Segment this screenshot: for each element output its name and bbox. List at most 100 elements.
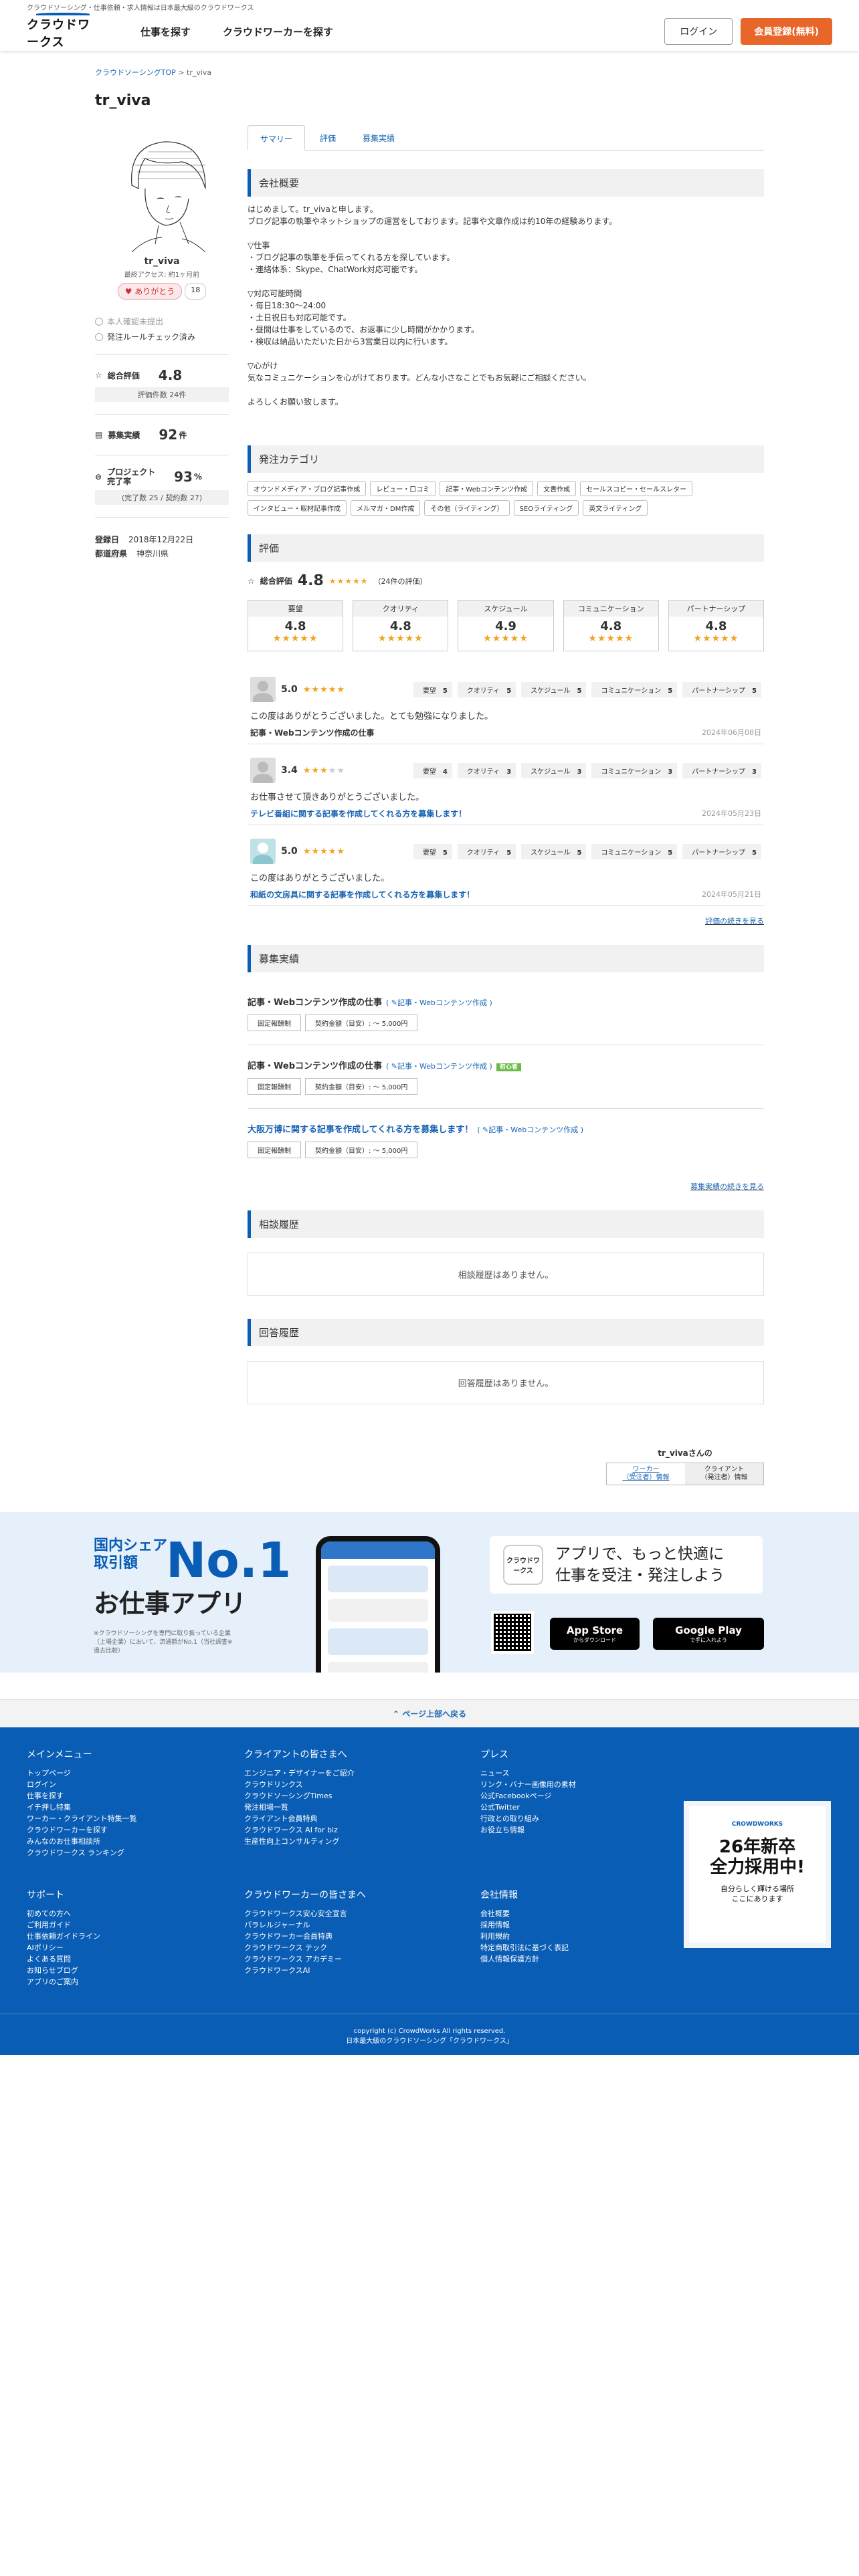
- review-item: 3.4 ★★★★★ 要望 4 クオリティ 3 スケジュール 3 コミュニケーション 3 パ…: [248, 748, 764, 825]
- tab-jobs[interactable]: 募集実績: [351, 125, 407, 150]
- answers-empty: 回答履歴はありません。: [248, 1361, 764, 1404]
- more-jobs-link[interactable]: 募集実績の続きを見る: [690, 1182, 764, 1191]
- qr-code-icon: [491, 1611, 534, 1654]
- completion-value: 93: [174, 469, 193, 485]
- thanks-button[interactable]: ♥ ありがとう: [117, 283, 183, 300]
- beginner-badge: 初心者: [496, 1063, 521, 1071]
- category-list: オウンドメディア・ブログ記事作成 レビュー・口コミ 記事・Webコンテンツ作成 …: [248, 481, 764, 516]
- reviewer-avatar[interactable]: [250, 758, 276, 783]
- profile-main: サマリー 評価 募集実績 会社概要 はじめまして。tr_vivaと申します。 ブ…: [248, 125, 765, 1485]
- category-tag[interactable]: 文書作成: [537, 481, 577, 496]
- pencil-icon: ✎: [482, 1125, 489, 1134]
- app-note: ※クラウドソーシングを専門に取り扱っている企業（上場企業）において、流通額がNo…: [94, 1630, 233, 1654]
- nav-find-jobs[interactable]: 仕事を探す: [140, 25, 191, 39]
- job-title[interactable]: 大阪万博に関する記事を作成してくれる方を募集します！: [248, 1125, 473, 1135]
- criteria-box: スケジュール 4.9 ★★★★★: [458, 600, 554, 651]
- reviewer-avatar[interactable]: [250, 677, 276, 702]
- recruit-banner[interactable]: CROWDWORKS 26年新卒 全力採用中! 自分らしく輝ける場所 ここにあり…: [684, 1801, 831, 1948]
- clipboard-icon: ▤: [95, 430, 103, 439]
- tab-ratings[interactable]: 評価: [308, 125, 348, 150]
- job-item: 大阪万博に関する記事を作成してくれる方を募集します！( ✎記事・Webコンテンツ…: [248, 1109, 764, 1172]
- app-share-label: 国内シェア 取引額: [94, 1537, 168, 1572]
- google-play-button[interactable]: Google Play で手に入れよう: [653, 1618, 764, 1650]
- category-tag[interactable]: オウンドメディア・ブログ記事作成: [248, 481, 367, 496]
- consult-empty: 相談履歴はありません。: [248, 1253, 764, 1296]
- rating-count: 評価件数 24件: [95, 387, 229, 402]
- breadcrumb-top[interactable]: クラウドソーシングTOP: [95, 68, 176, 77]
- profile-tabs: サマリー 評価 募集実績: [248, 125, 764, 150]
- category-tag[interactable]: インタビュー・取材記事作成: [248, 500, 347, 516]
- review-job-link[interactable]: 和紙の文房具に関する記事を作成してくれる方を募集します！: [250, 889, 474, 900]
- section-ratings: 評価: [248, 534, 764, 562]
- review-date: 2024年06月08日: [702, 728, 761, 737]
- section-jobs: 募集実績: [248, 945, 764, 972]
- pencil-icon: ✎: [391, 998, 398, 1007]
- header: クラウドワークス 仕事を探す クラウドワーカーを探す ログイン 会員登録(無料): [0, 12, 859, 51]
- reviewer-avatar[interactable]: [250, 839, 276, 864]
- criteria-ratings: 要望 4.8 ★★★★★ クオリティ 4.8 ★★★★★ スケジュール 4.9 ★★★★★ …: [248, 600, 765, 651]
- logo[interactable]: クラウドワークス: [27, 13, 100, 49]
- category-tag[interactable]: メルマガ・DM作成: [351, 500, 421, 516]
- avatar: [105, 125, 219, 252]
- star-icon: ☆: [95, 370, 102, 380]
- app-store-button[interactable]: App Store からダウンロード: [550, 1618, 640, 1650]
- footer-col-press: プレス ニュース リンク・バナー画像用の素材 公式Facebookページ 公式Twit…: [480, 1749, 576, 1834]
- footer-col-worker: クラウドワーカーの皆さまへ クラウドワークス安心安全宣言 パラレルジャーナル クラウ…: [244, 1890, 366, 1975]
- profile-name: tr_viva: [144, 256, 180, 267]
- role-switcher: tr_vivaさんの ワーカー （受注者）情報 クライアント （発注者）情報: [606, 1447, 764, 1485]
- section-consult: 相談履歴: [248, 1210, 764, 1238]
- breadcrumb: クラウドソーシングTOP > tr_viva: [95, 68, 212, 77]
- footer: メインメニュー トップページ ログイン 仕事を探す イチ押し特集 ワーカー・クライアント…: [0, 1727, 859, 2055]
- check-circle-icon: [95, 317, 103, 326]
- criteria-box: コミュニケーション 4.8 ★★★★★: [563, 600, 659, 651]
- category-tag[interactable]: レビュー・口コミ: [370, 481, 436, 496]
- rating-value: 4.8: [158, 367, 183, 383]
- more-ratings-link[interactable]: 評価の続きを見る: [705, 917, 764, 926]
- breadcrumb-current: tr_viva: [187, 68, 212, 77]
- footer-col-support: サポート 初めての方へ ご利用ガイド 仕事依頼ガイドライン AIポリシー よくある質問お…: [27, 1890, 100, 1986]
- section-company: 会社概要: [248, 169, 764, 197]
- recruit-logo: CROWDWORKS: [731, 1821, 783, 1828]
- completion-detail: (完了数 25 / 契約数 27): [95, 490, 229, 505]
- login-button[interactable]: ログイン: [664, 18, 733, 45]
- category-tag[interactable]: セールスコピー・セールスレター: [580, 481, 693, 496]
- job-title[interactable]: 記事・Webコンテンツ作成の仕事: [248, 998, 382, 1008]
- profile-sidebar: tr_viva 最終アクセス: 約1ヶ月前 ♥ ありがとう 18 本人確認未提出…: [95, 125, 229, 1485]
- review-job-link[interactable]: テレビ番組に関する記事を作成してくれる方を募集します！: [250, 808, 466, 819]
- nav-find-workers[interactable]: クラウドワーカーを探す: [223, 25, 333, 39]
- app-icon: クラウドワークス: [503, 1545, 543, 1585]
- review-comment: お仕事させて頂きありがとうございました。: [250, 792, 425, 802]
- section-categories: 発注カテゴリ: [248, 445, 764, 473]
- company-description: はじめまして。tr_vivaと申します。 ブログ記事の執筆やネットショップの運営…: [248, 205, 617, 407]
- tab-summary[interactable]: サマリー: [248, 125, 306, 150]
- job-title[interactable]: 記事・Webコンテンツ作成の仕事: [248, 1061, 382, 1071]
- overall-rating: ☆ 総合評価 4.8 ★★★★★ （24件の評価）: [248, 572, 427, 589]
- category-tag[interactable]: 記事・Webコンテンツ作成: [440, 481, 534, 496]
- phone-mockup: [316, 1536, 440, 1673]
- review-item: 5.0 ★★★★★ 要望 5 クオリティ 5 スケジュール 5 コミュニケーション 5 パ…: [248, 829, 764, 906]
- category-tag[interactable]: SEOライティング: [513, 500, 579, 516]
- handshake-icon: ⊖: [95, 472, 102, 481]
- app-promo-band: 国内シェア 取引額 No.1 お仕事アプリ ※クラウドソーシングを専門に取り扱っ…: [0, 1512, 859, 1673]
- criteria-box: パートナーシップ 4.8 ★★★★★: [668, 600, 765, 651]
- review-job: 記事・Webコンテンツ作成の仕事: [250, 728, 375, 738]
- client-info-button[interactable]: クライアント （発注者）情報: [685, 1463, 763, 1485]
- review-date: 2024年05月21日: [702, 890, 761, 899]
- star-outline-icon: ☆: [248, 576, 255, 586]
- jobs-value: 92: [159, 427, 178, 443]
- logo-text: クラウドワークス: [27, 18, 90, 49]
- jobs-summary: ▤ 募集実績 92 件: [95, 427, 187, 443]
- pencil-icon: ✎: [391, 1062, 398, 1071]
- back-to-top-link[interactable]: ⌃ ページ上部へ戻る: [0, 1699, 859, 1727]
- review-date: 2024年05月23日: [702, 809, 761, 818]
- category-tag[interactable]: 英文ライティング: [583, 500, 648, 516]
- thanks-count: 18: [185, 283, 207, 300]
- criteria-box: 要望 4.8 ★★★★★: [248, 600, 344, 651]
- category-tag[interactable]: その他（ライティング）: [424, 500, 510, 516]
- top-strip: クラウドソーシング・仕事依頼・求人情報は日本最大級のクラウドワークス: [27, 5, 254, 12]
- app-no1: No.1: [166, 1532, 292, 1588]
- worker-info-button[interactable]: ワーカー （受注者）情報: [607, 1463, 685, 1485]
- verify-id-status: 本人確認未提出: [95, 316, 229, 327]
- section-answers: 回答履歴: [248, 1319, 764, 1346]
- register-button[interactable]: 会員登録(無料): [741, 18, 832, 45]
